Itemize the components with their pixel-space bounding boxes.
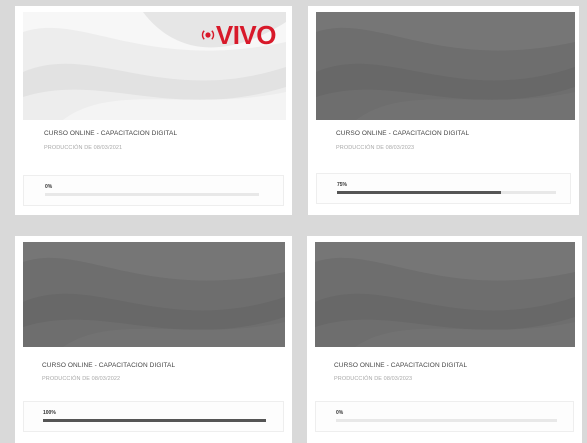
vivo-logo: VIVO <box>200 20 277 50</box>
abstract-wave-image <box>315 242 575 347</box>
progress-fill <box>43 419 266 422</box>
progress-track <box>43 419 266 422</box>
course-title[interactable]: CURSO ONLINE - CAPACITACION DIGITAL <box>336 130 469 137</box>
progress-track <box>337 191 556 194</box>
course-card[interactable]: CURSO ONLINE - CAPACITACION DIGITAL PROD… <box>308 6 579 215</box>
course-title[interactable]: CURSO ONLINE - CAPACITACION DIGITAL <box>42 362 175 369</box>
course-thumbnail[interactable] <box>315 242 575 347</box>
course-thumbnail[interactable] <box>316 12 575 120</box>
course-date: PRODUCCIÓN DE 08/03/2023 <box>336 145 415 151</box>
progress-box: 100% <box>23 401 284 432</box>
course-date: PRODUCCIÓN DE 08/03/2023 <box>334 376 413 382</box>
course-date: PRODUCCIÓN DE 08/03/2022 <box>42 376 121 382</box>
progress-box: 0% <box>315 401 574 432</box>
abstract-wave-image <box>316 12 575 120</box>
course-card[interactable]: VIVO CURSO ONLINE - CAPACITACION DIGITAL… <box>15 6 292 215</box>
vivo-badge-text: VIVO <box>215 20 277 50</box>
course-thumbnail[interactable]: VIVO <box>23 12 286 120</box>
course-card[interactable]: CURSO ONLINE - CAPACITACION DIGITAL PROD… <box>15 236 292 443</box>
abstract-wave-image <box>23 242 285 347</box>
progress-track <box>45 193 259 196</box>
progress-label: 100% <box>43 410 56 416</box>
progress-label: 75% <box>337 182 348 188</box>
progress-track <box>336 419 557 422</box>
progress-box: 0% <box>23 175 284 206</box>
course-date: PRODUCCIÓN DE 08/03/2021 <box>44 145 123 151</box>
progress-box: 75% <box>316 173 571 204</box>
course-thumbnail[interactable] <box>23 242 285 347</box>
course-title[interactable]: CURSO ONLINE - CAPACITACION DIGITAL <box>334 362 467 369</box>
course-card[interactable]: CURSO ONLINE - CAPACITACION DIGITAL PROD… <box>307 236 582 443</box>
broadcast-signal-icon <box>201 30 215 40</box>
progress-label: 0% <box>45 184 53 190</box>
progress-fill <box>337 191 502 194</box>
course-title[interactable]: CURSO ONLINE - CAPACITACION DIGITAL <box>44 130 177 137</box>
progress-label: 0% <box>336 410 344 416</box>
